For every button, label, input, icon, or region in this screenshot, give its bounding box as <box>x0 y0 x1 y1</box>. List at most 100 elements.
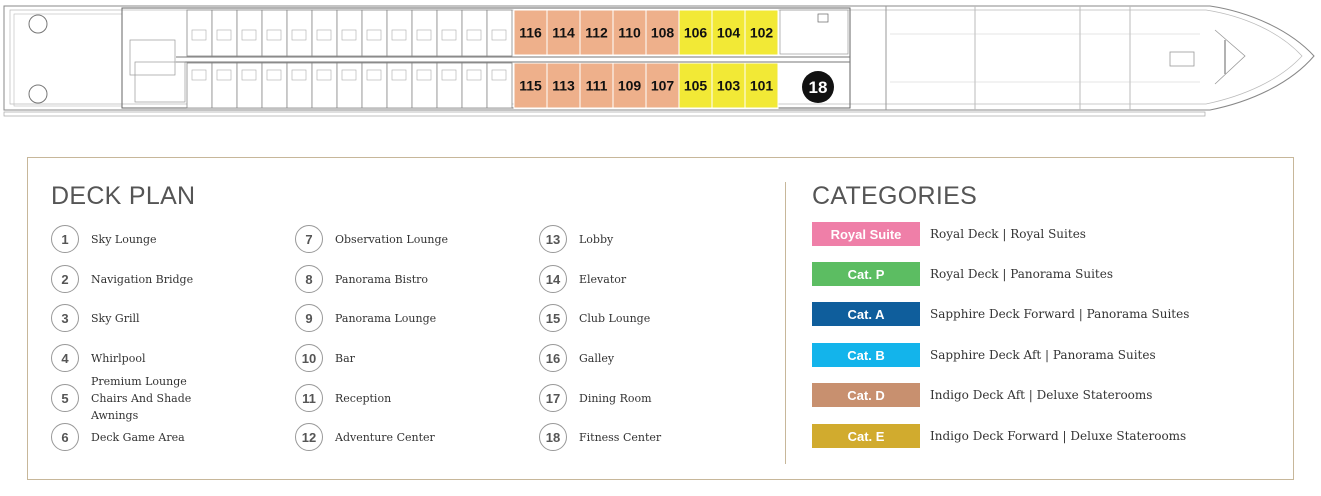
category-badge: Royal Suite <box>812 222 920 246</box>
deck-plan-item-15: 15 Club Lounge <box>539 304 650 332</box>
fitness-center-marker-label: 18 <box>809 78 828 97</box>
cabin-number: 110 <box>618 25 641 41</box>
cabin-105[interactable]: 105 <box>678 62 713 109</box>
category-badge: Cat. E <box>812 424 920 448</box>
cabin-107[interactable]: 107 <box>645 62 680 109</box>
cabin-104[interactable]: 104 <box>711 9 746 56</box>
item-number-badge: 13 <box>539 225 567 253</box>
cabin-number: 105 <box>684 78 708 94</box>
deck-plan-item-18: 18 Fitness Center <box>539 423 661 451</box>
cabin-116[interactable]: 116 <box>513 9 548 56</box>
item-label: Premium Lounge Chairs And Shade Awnings <box>91 374 192 422</box>
cabin-111[interactable]: 111 <box>579 62 614 109</box>
cabin-number: 116 <box>519 25 542 41</box>
item-label: Club Lounge <box>579 311 651 325</box>
cabin-number: 102 <box>750 25 774 41</box>
cabin-number: 112 <box>585 25 608 41</box>
cabin-108[interactable]: 108 <box>645 9 680 56</box>
deck-plan-item-16: 16 Galley <box>539 344 614 372</box>
category-row: Royal Suite Royal Deck | Royal Suites <box>812 222 1086 246</box>
cabins-bottom-row: 115 113 111 109 107 105 103 101 <box>513 62 779 109</box>
category-badge: Cat. A <box>812 302 920 326</box>
cabin-number: 109 <box>618 78 642 94</box>
item-number-badge: 17 <box>539 384 567 412</box>
cabin-109[interactable]: 109 <box>612 62 647 109</box>
cabin-106[interactable]: 106 <box>678 9 713 56</box>
item-number-badge: 18 <box>539 423 567 451</box>
item-label: Navigation Bridge <box>91 272 194 286</box>
item-number-badge: 15 <box>539 304 567 332</box>
category-description: Indigo Deck Forward | Deluxe Staterooms <box>930 429 1187 443</box>
item-number-badge: 9 <box>295 304 323 332</box>
item-number-badge: 14 <box>539 265 567 293</box>
item-label: Adventure Center <box>335 430 435 444</box>
deck-plan-item-10: 10 Bar <box>295 344 355 372</box>
item-label: Observation Lounge <box>335 232 449 246</box>
deck-plan-item-7: 7 Observation Lounge <box>295 225 448 253</box>
item-label: Galley <box>579 351 615 365</box>
deck-plan-item-2: 2 Navigation Bridge <box>51 265 193 293</box>
item-label: Whirlpool <box>91 351 146 365</box>
category-badge: Cat. P <box>812 262 920 286</box>
deck-plan-item-5: 5 Premium Lounge Chairs And Shade Awnings <box>51 375 191 422</box>
cabin-number: 106 <box>684 25 708 41</box>
cabin-number: 107 <box>651 78 675 94</box>
cabin-103[interactable]: 103 <box>711 62 746 109</box>
cabin-number: 114 <box>552 25 575 41</box>
item-label: Panorama Lounge <box>335 311 437 325</box>
cabin-110[interactable]: 110 <box>612 9 647 56</box>
category-description: Royal Deck | Panorama Suites <box>930 267 1113 281</box>
item-number-badge: 1 <box>51 225 79 253</box>
ship-deck-plan: 116 114 112 110 108 106 104 102 115 113 111 109 107… <box>3 5 1315 117</box>
item-label: Panorama Bistro <box>335 272 429 286</box>
item-label: Sky Lounge <box>91 232 157 246</box>
deck-plan-item-11: 11 Reception <box>295 384 391 412</box>
cabin-number: 108 <box>651 25 675 41</box>
item-number-badge: 5 <box>51 384 79 412</box>
item-number-badge: 4 <box>51 344 79 372</box>
deck-plan-item-3: 3 Sky Grill <box>51 304 140 332</box>
item-number-badge: 7 <box>295 225 323 253</box>
item-label: Elevator <box>579 272 627 286</box>
item-number-badge: 8 <box>295 265 323 293</box>
category-row: Cat. B Sapphire Deck Aft | Panorama Suite… <box>812 343 1156 367</box>
item-number-badge: 10 <box>295 344 323 372</box>
cabin-115[interactable]: 115 <box>513 62 548 109</box>
cabin-112[interactable]: 112 <box>579 9 614 56</box>
category-row: Cat. D Indigo Deck Aft | Deluxe Stateroom… <box>812 383 1152 407</box>
cabin-number: 115 <box>519 78 542 94</box>
item-label: Deck Game Area <box>91 430 185 444</box>
item-number-badge: 3 <box>51 304 79 332</box>
deck-plan-item-17: 17 Dining Room <box>539 384 652 412</box>
cabin-113[interactable]: 113 <box>546 62 581 109</box>
category-description: Royal Deck | Royal Suites <box>930 227 1086 241</box>
item-label: Fitness Center <box>579 430 662 444</box>
cabins-top-row: 116 114 112 110 108 106 104 102 <box>513 9 779 56</box>
category-badge: Cat. B <box>812 343 920 367</box>
deck-plan-item-6: 6 Deck Game Area <box>51 423 185 451</box>
deck-plan-item-12: 12 Adventure Center <box>295 423 435 451</box>
category-row: Cat. E Indigo Deck Forward | Deluxe State… <box>812 424 1186 448</box>
item-label: Bar <box>335 351 355 365</box>
deck-plan-title: DECK PLAN <box>51 182 196 210</box>
category-row: Cat. A Sapphire Deck Forward | Panorama S… <box>812 302 1189 326</box>
item-number-badge: 2 <box>51 265 79 293</box>
item-label: Reception <box>335 391 392 405</box>
category-row: Cat. P Royal Deck | Panorama Suites <box>812 262 1113 286</box>
legend-divider <box>785 182 786 464</box>
deck-plan-item-1: 1 Sky Lounge <box>51 225 157 253</box>
cabin-number: 101 <box>750 78 774 94</box>
cabin-101[interactable]: 101 <box>744 62 779 109</box>
item-number-badge: 16 <box>539 344 567 372</box>
item-number-badge: 6 <box>51 423 79 451</box>
fitness-center-marker[interactable]: 18 <box>802 71 834 103</box>
cabin-number: 111 <box>586 78 608 94</box>
deck-plan-item-8: 8 Panorama Bistro <box>295 265 428 293</box>
cabin-114[interactable]: 114 <box>546 9 581 56</box>
categories-title: CATEGORIES <box>812 182 978 210</box>
item-label: Dining Room <box>579 391 652 405</box>
item-number-badge: 11 <box>295 384 323 412</box>
cabin-102[interactable]: 102 <box>744 9 779 56</box>
category-description: Sapphire Deck Aft | Panorama Suites <box>930 348 1156 362</box>
cabin-number: 104 <box>717 25 741 41</box>
